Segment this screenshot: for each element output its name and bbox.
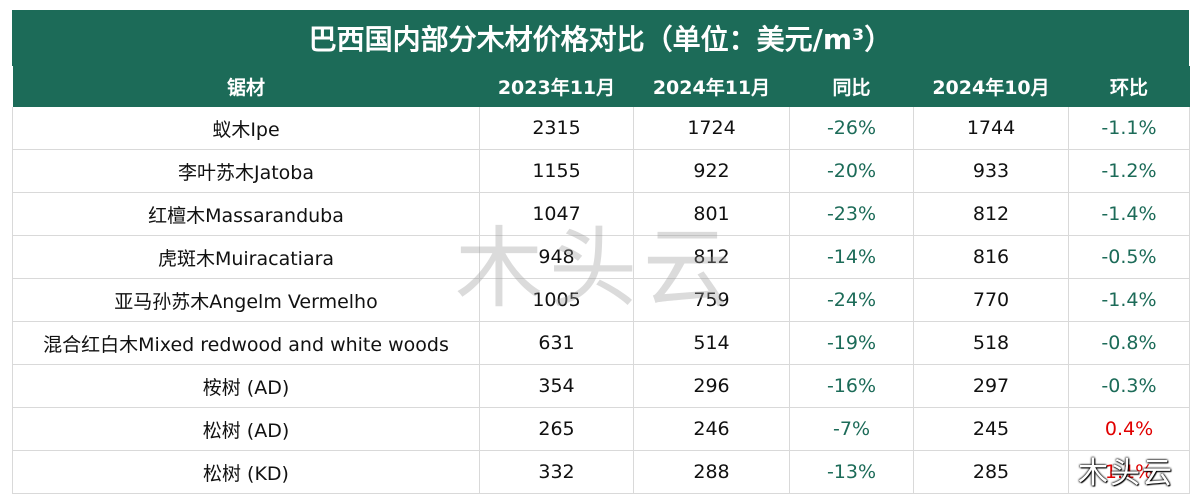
price-2024-oct: 812 (913, 192, 1069, 236)
table-row: 亚马孙苏木Angelm Vermelho 1005 759 -24% 770 -1.4% (12, 278, 1190, 322)
header-yoy: 同比 (789, 66, 914, 107)
yoy-change: -14% (789, 235, 914, 279)
header-row: 锯材 2023年11月 2024年11月 同比 2024年10月 环比 (12, 66, 1190, 107)
table-row: 虎斑木Muiracatiara 948 812 -14% 816 -0.5% (12, 235, 1190, 279)
wood-name: 亚马孙苏木Angelm Vermelho (12, 278, 480, 322)
price-2023-nov: 354 (479, 364, 634, 408)
header-2024-nov: 2024年11月 (633, 66, 790, 107)
header-mom: 环比 (1068, 66, 1190, 107)
wood-name: 松树 (AD) (12, 407, 480, 451)
yoy-change: -20% (789, 149, 914, 193)
price-2024-oct: 297 (913, 364, 1069, 408)
yoy-change: -16% (789, 364, 914, 408)
price-2023-nov: 265 (479, 407, 634, 451)
price-2024-nov: 288 (633, 450, 790, 494)
price-2024-nov: 296 (633, 364, 790, 408)
mom-change: -1.4% (1068, 278, 1190, 322)
yoy-change: -7% (789, 407, 914, 451)
corner-watermark: 木头云 (1078, 456, 1174, 491)
mom-change: 0.4% (1068, 407, 1190, 451)
wood-name: 混合红白木Mixed redwood and white woods (12, 321, 480, 365)
header-2023-nov: 2023年11月 (479, 66, 634, 107)
table-row: 红檀木Massaranduba 1047 801 -23% 812 -1.4% (12, 192, 1190, 236)
price-2023-nov: 1047 (479, 192, 634, 236)
price-2024-oct: 933 (913, 149, 1069, 193)
price-2024-oct: 770 (913, 278, 1069, 322)
mom-change: -0.5% (1068, 235, 1190, 279)
wood-name: 虎斑木Muiracatiara (12, 235, 480, 279)
price-2023-nov: 1155 (479, 149, 634, 193)
price-2024-oct: 1744 (913, 107, 1069, 150)
price-2024-oct: 285 (913, 450, 1069, 494)
yoy-change: -26% (789, 107, 914, 150)
price-2023-nov: 2315 (479, 107, 634, 150)
wood-name: 桉树 (AD) (12, 364, 480, 408)
price-2024-oct: 816 (913, 235, 1069, 279)
table-row: 松树 (KD) 332 288 -13% 285 1.1% (12, 450, 1190, 494)
table-row: 李叶苏木Jatoba 1155 922 -20% 933 -1.2% (12, 149, 1190, 193)
price-2024-nov: 1724 (633, 107, 790, 150)
price-2024-nov: 246 (633, 407, 790, 451)
mom-change: -0.8% (1068, 321, 1190, 365)
price-2023-nov: 631 (479, 321, 634, 365)
price-2024-nov: 922 (633, 149, 790, 193)
wood-name: 蚁木Ipe (12, 107, 480, 150)
mom-change: -1.2% (1068, 149, 1190, 193)
mom-change: -1.4% (1068, 192, 1190, 236)
mom-change: -1.1% (1068, 107, 1190, 150)
price-2023-nov: 332 (479, 450, 634, 494)
mom-change: -0.3% (1068, 364, 1190, 408)
price-2024-nov: 759 (633, 278, 790, 322)
table-row: 蚁木Ipe 2315 1724 -26% 1744 -1.1% (12, 107, 1190, 150)
header-lumber: 锯材 (12, 66, 480, 107)
yoy-change: -24% (789, 278, 914, 322)
header-2024-oct: 2024年10月 (913, 66, 1069, 107)
table-row: 混合红白木Mixed redwood and white woods 631 514… (12, 321, 1190, 365)
table-title: 巴西国内部分木材价格对比（单位：美元/m³） (12, 10, 1189, 66)
table-row: 桉树 (AD) 354 296 -16% 297 -0.3% (12, 364, 1190, 408)
yoy-change: -13% (789, 450, 914, 494)
price-2024-nov: 514 (633, 321, 790, 365)
price-2024-nov: 801 (633, 192, 790, 236)
price-2024-oct: 245 (913, 407, 1069, 451)
price-2024-oct: 518 (913, 321, 1069, 365)
price-2024-nov: 812 (633, 235, 790, 279)
wood-name: 松树 (KD) (12, 450, 480, 494)
wood-name: 红檀木Massaranduba (12, 192, 480, 236)
yoy-change: -19% (789, 321, 914, 365)
yoy-change: -23% (789, 192, 914, 236)
price-2023-nov: 1005 (479, 278, 634, 322)
price-comparison-table: 锯材 2023年11月 2024年11月 同比 2024年10月 环比 蚁木Ip… (12, 66, 1190, 494)
wood-name: 李叶苏木Jatoba (12, 149, 480, 193)
table-row: 松树 (AD) 265 246 -7% 245 0.4% (12, 407, 1190, 451)
price-2023-nov: 948 (479, 235, 634, 279)
